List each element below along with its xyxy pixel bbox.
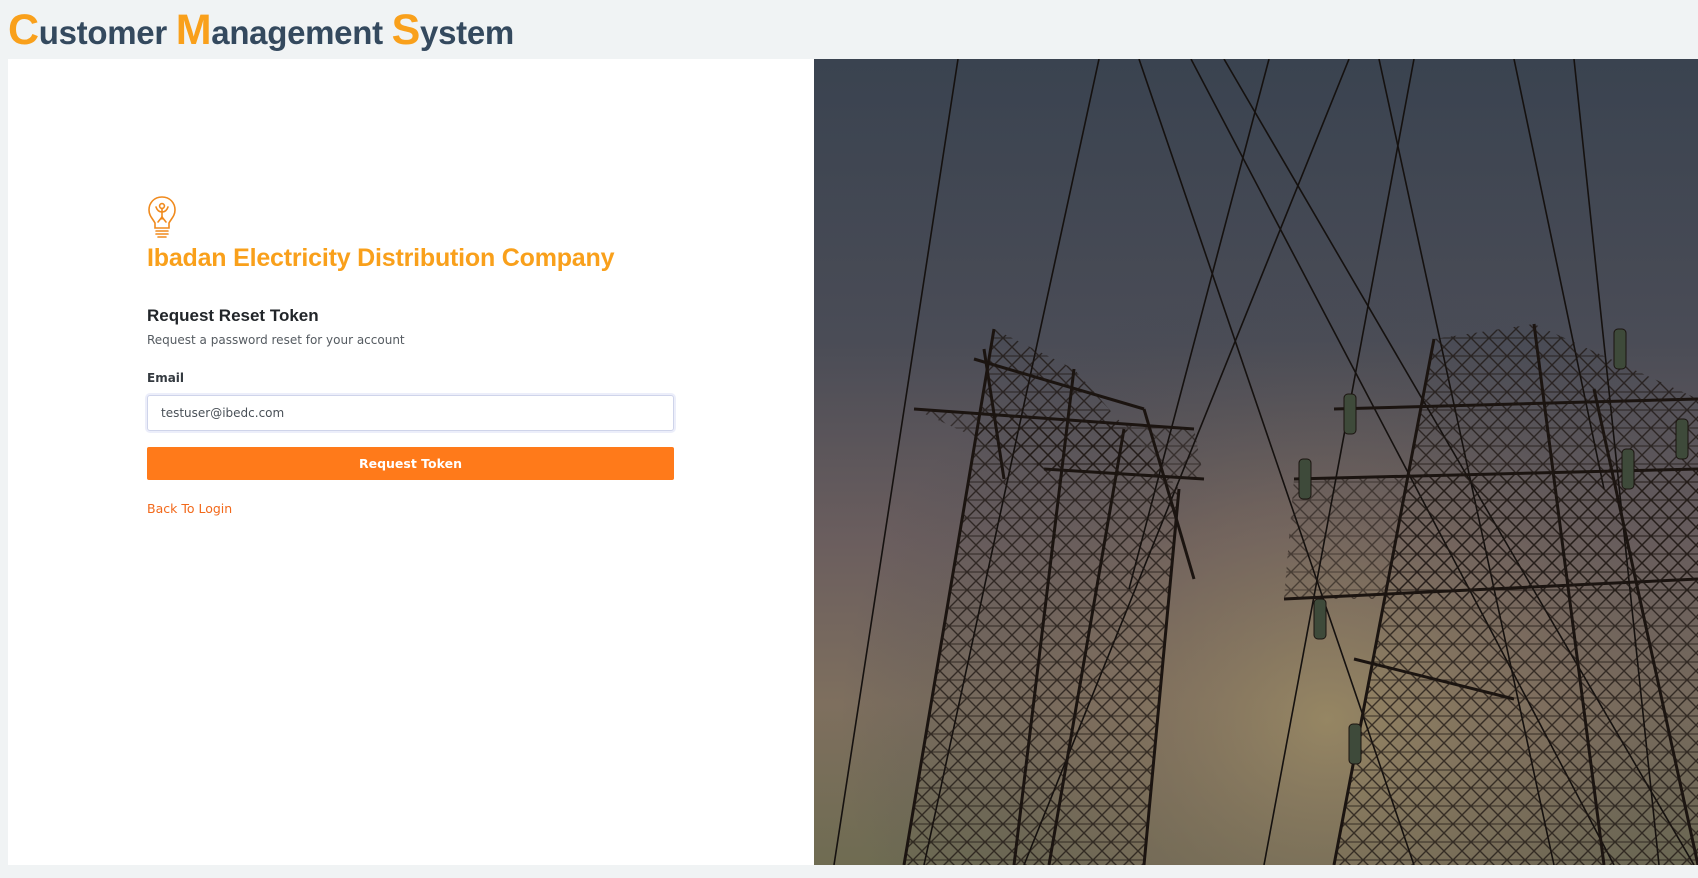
lightbulb-person-icon: [147, 195, 177, 246]
form-subtitle: Request a password reset for your accoun…: [147, 333, 405, 347]
request-token-button[interactable]: Request Token: [147, 447, 674, 480]
reset-form-panel: Ibadan Electricity Distribution Company …: [8, 59, 814, 865]
email-field[interactable]: [147, 395, 674, 431]
electricity-pylons-sunset-photo: [814, 59, 1698, 865]
company-name: Ibadan Electricity Distribution Company: [147, 244, 615, 272]
app-title: Customer Management System: [8, 6, 514, 55]
app-title-initial-s: S: [391, 6, 421, 54]
app-title-word-1: ustomer: [38, 14, 176, 51]
app-title-initial-m: M: [175, 6, 212, 54]
back-to-login-link[interactable]: Back To Login: [147, 501, 232, 516]
email-label: Email: [147, 371, 185, 385]
app-title-initial-c: C: [8, 6, 39, 54]
app-title-word-3: ystem: [420, 14, 514, 51]
app-title-word-2: anagement: [211, 14, 392, 51]
form-title: Request Reset Token: [147, 306, 319, 325]
